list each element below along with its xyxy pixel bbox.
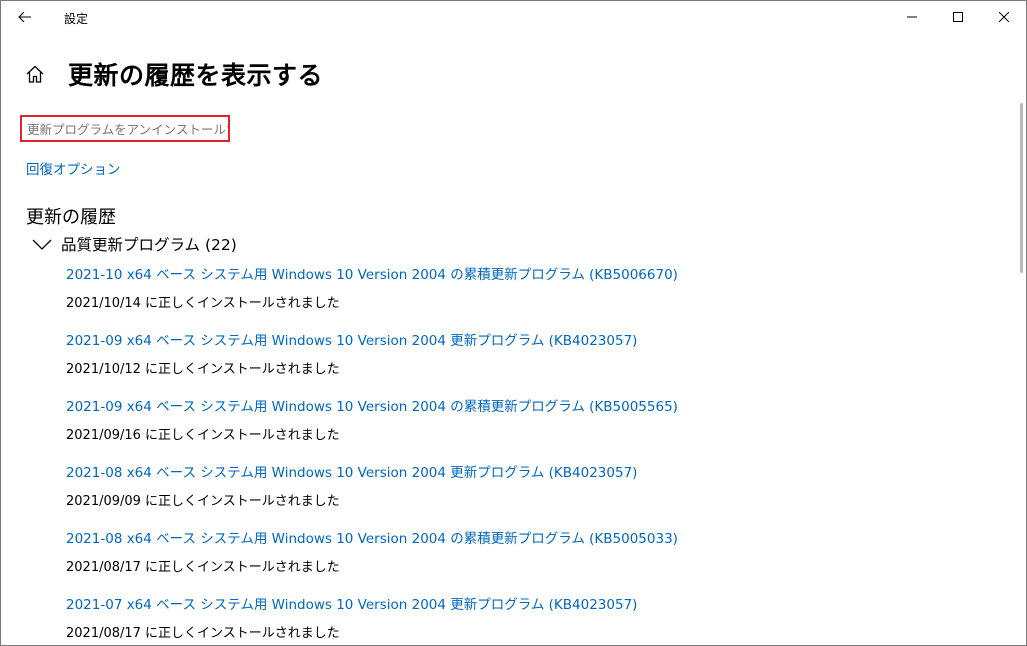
update-list-item: 2021-09 x64 ベース システム用 Windows 10 Version… <box>66 395 986 443</box>
back-button[interactable] <box>1 1 49 33</box>
update-install-status: 2021/08/17 に正しくインストールされました <box>66 560 340 575</box>
quality-updates-group-toggle[interactable]: 品質更新プログラム (22) <box>31 233 237 255</box>
page-title: 更新の履歴を表示する <box>68 61 324 90</box>
quality-updates-group-title: 品質更新プログラム (22) <box>61 236 237 254</box>
update-list-item: 2021-07 x64 ベース システム用 Windows 10 Version… <box>66 593 986 641</box>
close-icon <box>999 12 1009 22</box>
update-name-link[interactable]: 2021-08 x64 ベース システム用 Windows 10 Version… <box>66 461 986 481</box>
update-name-link[interactable]: 2021-07 x64 ベース システム用 Windows 10 Version… <box>66 593 986 613</box>
minimize-button[interactable] <box>889 1 935 33</box>
update-install-status: 2021/10/12 に正しくインストールされました <box>66 362 340 377</box>
recovery-options-link[interactable]: 回復オプション <box>26 158 121 178</box>
update-install-status: 2021/10/14 に正しくインストールされました <box>66 296 340 311</box>
settings-window: 設定 更新の履歴を表示する 更新プログラムをアンインストールする 回復オプション… <box>0 0 1027 646</box>
update-name-link[interactable]: 2021-09 x64 ベース システム用 Windows 10 Version… <box>66 395 986 415</box>
app-title: 設定 <box>64 12 89 26</box>
update-list-item: 2021-08 x64 ベース システム用 Windows 10 Version… <box>66 461 986 509</box>
update-name-link[interactable]: 2021-09 x64 ベース システム用 Windows 10 Version… <box>66 329 986 349</box>
update-list-item: 2021-10 x64 ベース システム用 Windows 10 Version… <box>66 263 986 311</box>
scrollbar-thumb[interactable] <box>1020 103 1023 273</box>
minimize-icon <box>907 16 917 18</box>
update-list-item: 2021-09 x64 ベース システム用 Windows 10 Version… <box>66 329 986 377</box>
maximize-icon <box>953 12 963 22</box>
title-bar: 設定 <box>1 1 1026 33</box>
update-list-item: 2021-08 x64 ベース システム用 Windows 10 Version… <box>66 527 986 575</box>
update-install-status: 2021/09/16 に正しくインストールされました <box>66 428 340 443</box>
back-arrow-icon <box>18 11 31 23</box>
uninstall-updates-link[interactable]: 更新プログラムをアンインストールする <box>20 115 230 142</box>
update-name-link[interactable]: 2021-08 x64 ベース システム用 Windows 10 Version… <box>66 527 986 547</box>
close-button[interactable] <box>981 1 1027 33</box>
vertical-scrollbar[interactable] <box>1020 97 1024 646</box>
home-icon[interactable] <box>24 63 46 85</box>
update-name-link[interactable]: 2021-10 x64 ベース システム用 Windows 10 Version… <box>66 263 986 283</box>
update-history-heading: 更新の履歴 <box>26 207 116 228</box>
chevron-down-icon <box>32 239 52 250</box>
update-install-status: 2021/08/17 に正しくインストールされました <box>66 626 340 641</box>
maximize-button[interactable] <box>935 1 981 33</box>
update-install-status: 2021/09/09 に正しくインストールされました <box>66 494 340 509</box>
